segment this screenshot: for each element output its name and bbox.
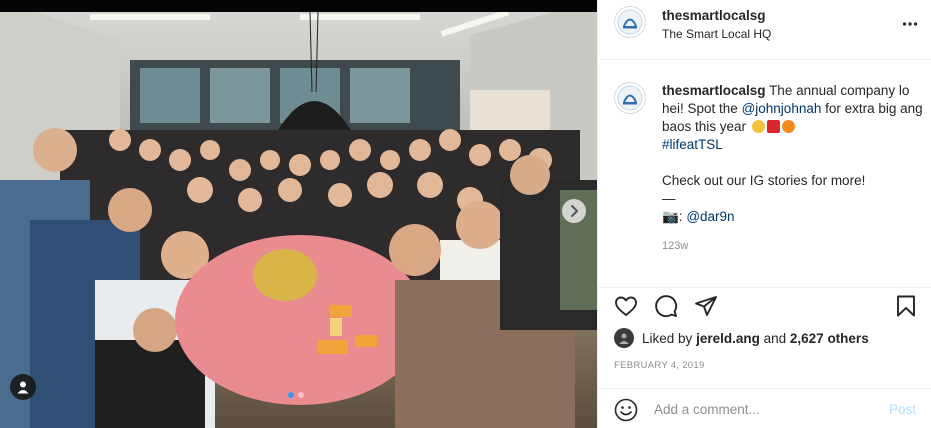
comment-icon: [655, 295, 678, 318]
carousel-dot: [298, 392, 304, 398]
caption-section: thesmartlocalsg The annual company lo he…: [598, 60, 931, 288]
caption-dash: —: [662, 191, 676, 206]
carousel-next-button[interactable]: [562, 199, 586, 223]
post-header: thesmartlocalsg The Smart Local HQ: [598, 0, 931, 60]
smiley-icon: [614, 398, 638, 422]
smart-local-logo-icon: [617, 85, 643, 111]
post-caption: thesmartlocalsg The annual company lo he…: [662, 82, 924, 226]
caption-timestamp[interactable]: 123w: [662, 240, 688, 252]
like-button[interactable]: [614, 294, 638, 323]
tagged-users-button[interactable]: [10, 374, 36, 400]
chevron-right-icon: [571, 205, 578, 217]
heart-icon: [615, 296, 637, 316]
liker-username[interactable]: jereld.ang: [696, 331, 760, 346]
likes-summary: Liked by jereld.ang and 2,627 others: [614, 328, 869, 348]
caption-credit: 📷: @dar9n: [662, 208, 924, 226]
carousel-dot-active: [288, 392, 294, 398]
post-actions: [598, 290, 931, 322]
add-comment-bar: Post: [598, 388, 931, 428]
tangerine-emoji-icon: [781, 120, 795, 133]
likes-count[interactable]: 2,627 others: [790, 331, 869, 346]
post-side-panel: thesmartlocalsg The Smart Local HQ thesm…: [597, 0, 931, 428]
comment-input[interactable]: [654, 399, 874, 419]
carousel-indicator: [288, 392, 304, 398]
caption-avatar[interactable]: [614, 82, 646, 114]
post-date[interactable]: February 4, 2019: [614, 360, 705, 371]
liker-avatar[interactable]: [614, 328, 634, 348]
post-comment-button[interactable]: Post: [889, 402, 916, 417]
likes-and: and: [763, 330, 787, 346]
smart-local-logo-icon: [617, 9, 643, 35]
post-location[interactable]: The Smart Local HQ: [662, 27, 771, 41]
send-icon: [695, 296, 717, 316]
more-options-button[interactable]: [902, 16, 918, 37]
save-button[interactable]: [894, 294, 918, 323]
caption-line: Check out our IG stories for more!: [662, 173, 866, 188]
smirk-emoji-icon: [751, 120, 765, 133]
caption-mention[interactable]: @dar9n: [686, 209, 734, 224]
bookmark-icon: [897, 295, 915, 317]
avatar[interactable]: [614, 6, 646, 38]
caption-hashtag[interactable]: #lifeatTSL: [662, 136, 924, 154]
share-button[interactable]: [694, 294, 718, 323]
caption-username[interactable]: thesmartlocalsg: [662, 83, 766, 98]
group-photo-image: [0, 0, 597, 428]
emoji-picker-button[interactable]: [614, 398, 638, 427]
camera-emoji-icon: 📷:: [662, 209, 683, 224]
post-photo[interactable]: [0, 0, 597, 428]
red-packet-emoji-icon: [766, 120, 780, 133]
comment-button[interactable]: [654, 294, 678, 323]
post-author-username[interactable]: thesmartlocalsg: [662, 8, 766, 23]
likes-prefix: Liked by: [642, 330, 693, 346]
more-horizontal-icon: [902, 22, 918, 26]
caption-mention[interactable]: @johnjohnah: [742, 101, 822, 116]
user-icon: [619, 333, 629, 344]
user-icon: [17, 381, 29, 394]
photo-top-edge: [0, 0, 597, 12]
